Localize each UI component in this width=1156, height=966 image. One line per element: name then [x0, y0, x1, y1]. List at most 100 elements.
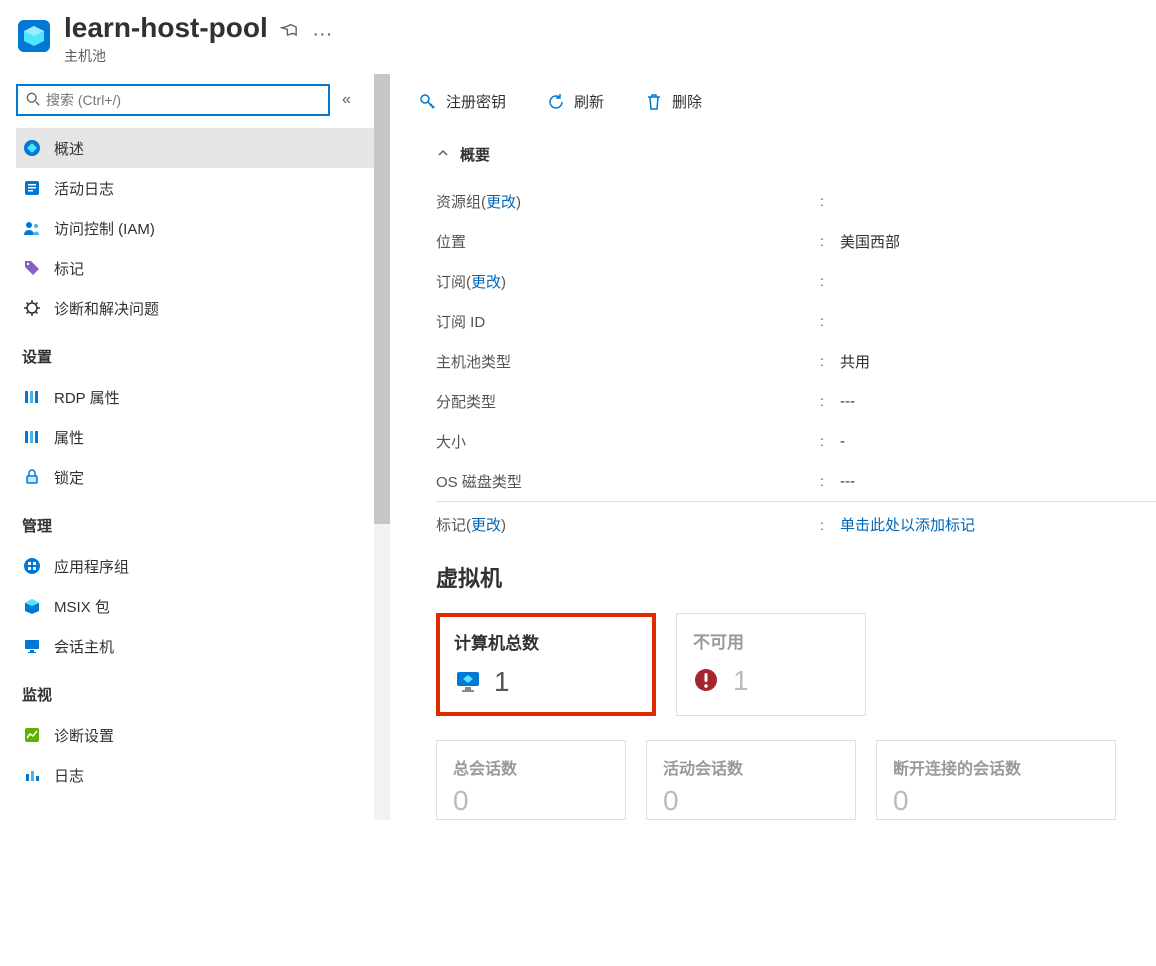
search-input[interactable]	[46, 92, 320, 108]
card-title: 活动会话数	[663, 755, 839, 779]
page-subtitle: 主机池	[64, 46, 268, 66]
lock-icon	[22, 467, 42, 487]
search-input-wrap[interactable]	[16, 84, 330, 116]
toolbar-label: 刷新	[574, 91, 604, 112]
card-value: 0	[453, 785, 609, 817]
sidebar-item-locks[interactable]: 锁定	[16, 457, 374, 497]
kv-subscription: 订阅(更改) :	[436, 261, 1156, 301]
sidebar-item-activity-log[interactable]: 活动日志	[16, 168, 374, 208]
kv-value: 美国西部	[840, 231, 900, 252]
kv-label: 大小	[436, 431, 820, 452]
diagnose-icon	[22, 298, 42, 318]
sidebar-section-manage: 管理	[16, 497, 374, 546]
sidebar-item-iam[interactable]: 访问控制 (IAM)	[16, 208, 374, 248]
card-value: 1	[733, 665, 749, 697]
kv-size: 大小 : -	[436, 421, 1156, 461]
sidebar-item-label: 锁定	[54, 467, 84, 488]
card-title: 计算机总数	[454, 629, 638, 654]
kv-label: 订阅(更改)	[436, 271, 820, 292]
sidebar-item-logs[interactable]: 日志	[16, 755, 374, 795]
diag-settings-icon	[22, 725, 42, 745]
error-icon	[693, 667, 721, 695]
sidebar-item-label: 标记	[54, 258, 84, 279]
sidebar-item-tags[interactable]: 标记	[16, 248, 374, 288]
kv-label: 主机池类型	[436, 351, 820, 372]
card-title: 总会话数	[453, 755, 609, 779]
pin-icon[interactable]	[280, 22, 298, 43]
card-total-sessions[interactable]: 总会话数 0	[436, 740, 626, 820]
search-icon	[26, 92, 40, 109]
register-key-button[interactable]: 注册密钥	[418, 91, 506, 112]
sidebar-item-label: 会话主机	[54, 636, 114, 657]
session-cards: 总会话数 0 活动会话数 0 断开连接的会话数 0	[436, 740, 1156, 820]
properties-icon	[22, 427, 42, 447]
kv-value: 共用	[840, 351, 870, 372]
sidebar-section-monitor: 监视	[16, 666, 374, 715]
toolbar-label: 删除	[672, 91, 702, 112]
sidebar-item-label: 属性	[54, 427, 84, 448]
vm-cards: 计算机总数 1 不可用 1	[436, 613, 1156, 716]
app-groups-icon	[22, 556, 42, 576]
kv-resource-group: 资源组(更改) :	[436, 181, 1156, 221]
essentials-section: 概要 资源组(更改) : 位置 : 美国西部 订阅(更改) : 订阅 ID :	[418, 130, 1156, 820]
main-content: 注册密钥 刷新 删除 概要 资源组(更改) : 位置	[390, 74, 1156, 820]
card-value: 0	[663, 785, 839, 817]
essentials-title: 概要	[460, 144, 490, 165]
sidebar-item-label: 概述	[54, 138, 84, 159]
refresh-button[interactable]: 刷新	[546, 91, 604, 112]
sidebar-item-rdp[interactable]: RDP 属性	[16, 377, 374, 417]
kv-subscription-id: 订阅 ID :	[436, 301, 1156, 341]
card-disconnected-sessions[interactable]: 断开连接的会话数 0	[876, 740, 1116, 820]
sidebar-item-session-hosts[interactable]: 会话主机	[16, 626, 374, 666]
sidebar-item-label: RDP 属性	[54, 387, 120, 408]
kv-value: ---	[840, 473, 855, 490]
kv-value: 单击此处以添加标记	[840, 514, 975, 535]
kv-location: 位置 : 美国西部	[436, 221, 1156, 261]
page-header: learn-host-pool 主机池 ···	[0, 0, 1156, 74]
msix-icon	[22, 596, 42, 616]
activity-log-icon	[22, 178, 42, 198]
sidebar-item-overview[interactable]: 概述	[16, 128, 374, 168]
card-title: 断开连接的会话数	[893, 755, 1099, 779]
card-unavailable[interactable]: 不可用 1	[676, 613, 866, 716]
sidebar-item-diag-settings[interactable]: 诊断设置	[16, 715, 374, 755]
essentials-toggle[interactable]: 概要	[436, 144, 1156, 165]
kv-label: 订阅 ID	[436, 311, 820, 332]
kv-tags: 标记(更改) : 单击此处以添加标记	[436, 501, 1156, 541]
sidebar-item-msix[interactable]: MSIX 包	[16, 586, 374, 626]
sidebar-item-label: 应用程序组	[54, 556, 129, 577]
nav-list: 概述 活动日志 访问控制 (IAM) 标记 诊断和解决问题 设置 RDP 属	[16, 128, 374, 795]
sidebar-item-label: 日志	[54, 765, 84, 786]
kv-label: OS 磁盘类型	[436, 471, 820, 492]
kv-label: 标记(更改)	[436, 514, 820, 535]
sidebar-item-diagnose[interactable]: 诊断和解决问题	[16, 288, 374, 328]
kv-hostpool-type: 主机池类型 : 共用	[436, 341, 1156, 381]
sidebar-item-label: 活动日志	[54, 178, 114, 199]
delete-button[interactable]: 删除	[644, 91, 702, 112]
logs-icon	[22, 765, 42, 785]
kv-value: ---	[840, 393, 855, 410]
collapse-sidebar-icon[interactable]: «	[342, 91, 351, 109]
more-icon[interactable]: ···	[314, 26, 334, 42]
kv-label: 分配类型	[436, 391, 820, 412]
change-link[interactable]: 更改	[471, 517, 501, 534]
monitor-icon	[454, 668, 482, 696]
add-tags-link[interactable]: 单击此处以添加标记	[840, 517, 975, 534]
iam-icon	[22, 218, 42, 238]
sidebar-item-app-groups[interactable]: 应用程序组	[16, 546, 374, 586]
sidebar-item-properties[interactable]: 属性	[16, 417, 374, 457]
card-active-sessions[interactable]: 活动会话数 0	[646, 740, 856, 820]
page-title: learn-host-pool	[64, 12, 268, 44]
kv-alloc-type: 分配类型 : ---	[436, 381, 1156, 421]
scrollbar-thumb[interactable]	[374, 74, 390, 524]
change-link[interactable]: 更改	[486, 194, 516, 211]
toolbar: 注册密钥 刷新 删除	[418, 74, 1156, 130]
card-total-machines[interactable]: 计算机总数 1	[436, 613, 656, 716]
sidebar-scrollbar[interactable]	[374, 74, 390, 820]
sidebar-item-label: MSIX 包	[54, 596, 110, 617]
card-value: 0	[893, 785, 1099, 817]
change-link[interactable]: 更改	[471, 274, 501, 291]
tag-icon	[22, 258, 42, 278]
toolbar-label: 注册密钥	[446, 91, 506, 112]
sidebar: « 概述 活动日志 访问控制 (IAM) 标记 诊断和解决问题	[0, 74, 374, 820]
